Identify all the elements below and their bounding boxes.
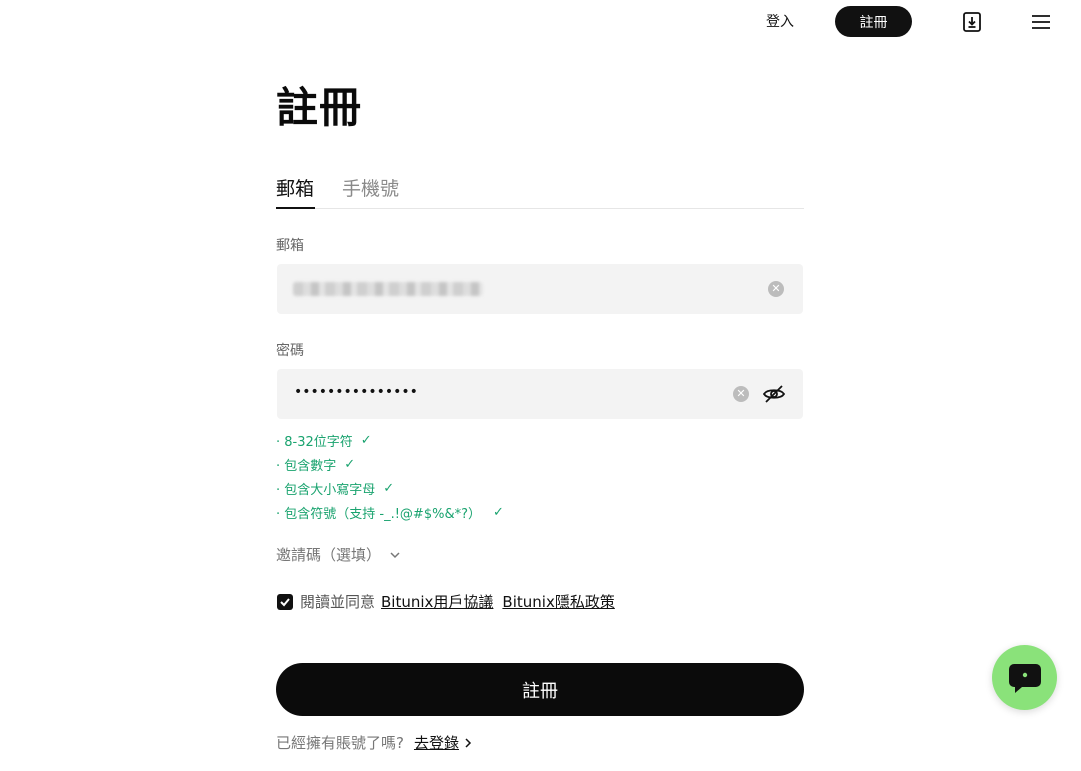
rule-item: · 包含大小寫字母 ✓ (276, 476, 504, 500)
chevron-down-icon (390, 551, 400, 558)
chevron-right-icon (465, 737, 472, 748)
email-value-blurred (293, 282, 483, 296)
register-button[interactable]: 註冊 (835, 6, 912, 37)
check-icon: ✓ (360, 432, 372, 448)
check-icon: ✓ (383, 480, 395, 496)
page-title: 註冊 (276, 83, 363, 132)
chat-bubble-icon (1008, 663, 1041, 693)
terms-link[interactable]: Bitunix用戶協議 (381, 591, 493, 612)
check-icon: ✓ (344, 456, 356, 472)
password-rules: · 8-32位字符 ✓ · 包含數字 ✓ · 包含大小寫字母 ✓ · 包含符號（… (276, 428, 504, 524)
email-label: 郵箱 (276, 238, 304, 254)
tab-phone-label: 手機號 (342, 178, 400, 200)
password-label: 密碼 (276, 343, 304, 359)
menu-icon[interactable] (1030, 12, 1052, 32)
privacy-link[interactable]: Bitunix隱私政策 (502, 591, 614, 612)
rule-text: · 包含數字 (276, 458, 337, 474)
eye-hidden-icon[interactable] (762, 382, 786, 406)
register-tabs: 郵箱 手機號 (276, 172, 804, 209)
rule-text: · 包含大小寫字母 (276, 482, 376, 498)
invite-code-toggle[interactable]: 邀請碼（選填） (276, 544, 401, 565)
have-account-row: 已經擁有賬號了嗎? 去登錄 (276, 732, 473, 753)
agree-text: 閱讀並同意 (300, 593, 376, 611)
tab-email[interactable]: 郵箱 (276, 174, 315, 209)
download-icon[interactable] (961, 11, 983, 33)
agreement-row: 閱讀並同意 Bitunix用戶協議 Bitunix隱私政策 (277, 591, 615, 612)
rule-text: · 8-32位字符 (276, 434, 353, 450)
password-field[interactable]: ••••••••••••••• ✕ (277, 369, 803, 419)
email-field[interactable]: ✕ (277, 264, 803, 314)
register-submit-button[interactable]: 註冊 (276, 663, 804, 716)
chat-support-button[interactable] (992, 645, 1057, 710)
rule-item: · 包含數字 ✓ (276, 452, 504, 476)
rule-item: · 包含符號（支持 -_.!@#$%&*?） ✓ (276, 500, 504, 524)
agree-checkbox[interactable] (277, 593, 293, 610)
email-clear-icon[interactable]: ✕ (768, 281, 784, 297)
tab-email-label: 郵箱 (276, 178, 315, 200)
check-icon: ✓ (493, 504, 504, 520)
password-value: ••••••••••••••• (294, 384, 418, 400)
go-login-link[interactable]: 去登錄 (414, 732, 459, 753)
top-nav: 登入 註冊 (0, 0, 1081, 44)
tab-active-indicator (276, 207, 315, 209)
tab-phone[interactable]: 手機號 (342, 174, 399, 201)
login-link[interactable]: 登入 (766, 11, 794, 31)
rule-text: · 包含符號（支持 -_.!@#$%&*?） (276, 506, 481, 522)
checkmark-icon (280, 597, 290, 606)
password-clear-icon[interactable]: ✕ (733, 386, 749, 402)
invite-code-label: 邀請碼（選填） (276, 546, 382, 564)
have-account-text: 已經擁有賬號了嗎? (276, 734, 404, 752)
rule-item: · 8-32位字符 ✓ (276, 428, 504, 452)
